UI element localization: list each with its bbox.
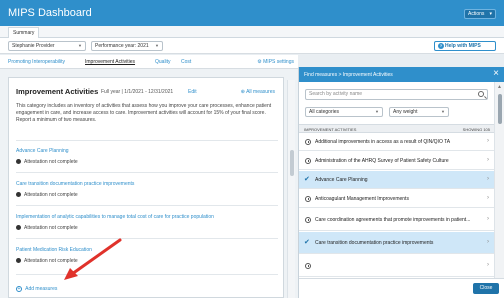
- activity-label: Advance Care Planning: [315, 177, 368, 183]
- chevron-down-icon: ▼: [441, 109, 445, 114]
- activity-row[interactable]: Care coordination agreements that promot…: [299, 209, 494, 231]
- activity-row[interactable]: ›: [299, 255, 494, 277]
- category-value: All categories: [309, 109, 340, 115]
- activity-row-selected[interactable]: ✔ Care transition documentation practice…: [299, 232, 494, 254]
- chevron-right-icon: ›: [487, 138, 489, 144]
- activity-label: Anticoagulant Management Improvements: [315, 196, 409, 202]
- info-circle-icon: [305, 139, 311, 145]
- chevron-right-icon: ›: [487, 239, 489, 245]
- activity-search-input[interactable]: Search by activity name: [305, 89, 488, 100]
- activity-label: Care transition documentation practice i…: [315, 240, 434, 246]
- search-icon: [478, 91, 484, 97]
- result-count: SHOWING 105: [462, 127, 490, 132]
- info-circle-icon: [305, 196, 311, 202]
- check-icon: ✔: [304, 239, 310, 246]
- chevron-right-icon: ›: [487, 157, 489, 163]
- chevron-right-icon: ›: [487, 262, 489, 268]
- arrow-shaft: [70, 238, 122, 276]
- activity-row[interactable]: Additional improvements in access as a r…: [299, 133, 494, 151]
- scrollbar-thumb[interactable]: [498, 94, 502, 124]
- activity-row[interactable]: Administration of the AHRQ Survey of Pat…: [299, 152, 494, 170]
- drawer-header: Find measures > Improvement Activities ×: [299, 67, 504, 82]
- chevron-right-icon: ›: [487, 195, 489, 201]
- close-button[interactable]: Close: [473, 283, 499, 294]
- drawer-footer: Close: [299, 278, 504, 298]
- activity-label: Additional improvements in access as a r…: [315, 139, 451, 145]
- chevron-right-icon: ›: [487, 216, 489, 222]
- close-icon[interactable]: ×: [493, 69, 499, 79]
- drawer-title: Find measures > Improvement Activities: [304, 72, 393, 78]
- info-circle-icon: [305, 263, 311, 269]
- drawer-scrollbar[interactable]: ▲: [494, 82, 504, 278]
- activity-row[interactable]: Anticoagulant Management Improvements ›: [299, 190, 494, 208]
- chevron-right-icon: ›: [487, 176, 489, 182]
- activity-row-selected[interactable]: ✔ Advance Care Planning ›: [299, 171, 494, 189]
- chevron-up-icon[interactable]: ▲: [497, 84, 502, 90]
- weight-select[interactable]: Any weight ▼: [389, 107, 449, 117]
- info-circle-icon: [305, 158, 311, 164]
- search-placeholder: Search by activity name: [309, 91, 363, 97]
- find-measures-drawer: Find measures > Improvement Activities ×…: [298, 67, 504, 298]
- activity-label: Care coordination agreements that promot…: [315, 217, 471, 223]
- weight-value: Any weight: [393, 109, 418, 115]
- category-select[interactable]: All categories ▼: [305, 107, 383, 117]
- check-icon: ✔: [304, 176, 310, 183]
- list-header: IMPROVEMENT ACTIVITIES SHOWING 105: [299, 124, 494, 133]
- list-header-label: IMPROVEMENT ACTIVITIES: [304, 127, 357, 132]
- info-circle-icon: [305, 217, 311, 223]
- chevron-down-icon: ▼: [375, 109, 379, 114]
- activity-label: Administration of the AHRQ Survey of Pat…: [315, 158, 449, 164]
